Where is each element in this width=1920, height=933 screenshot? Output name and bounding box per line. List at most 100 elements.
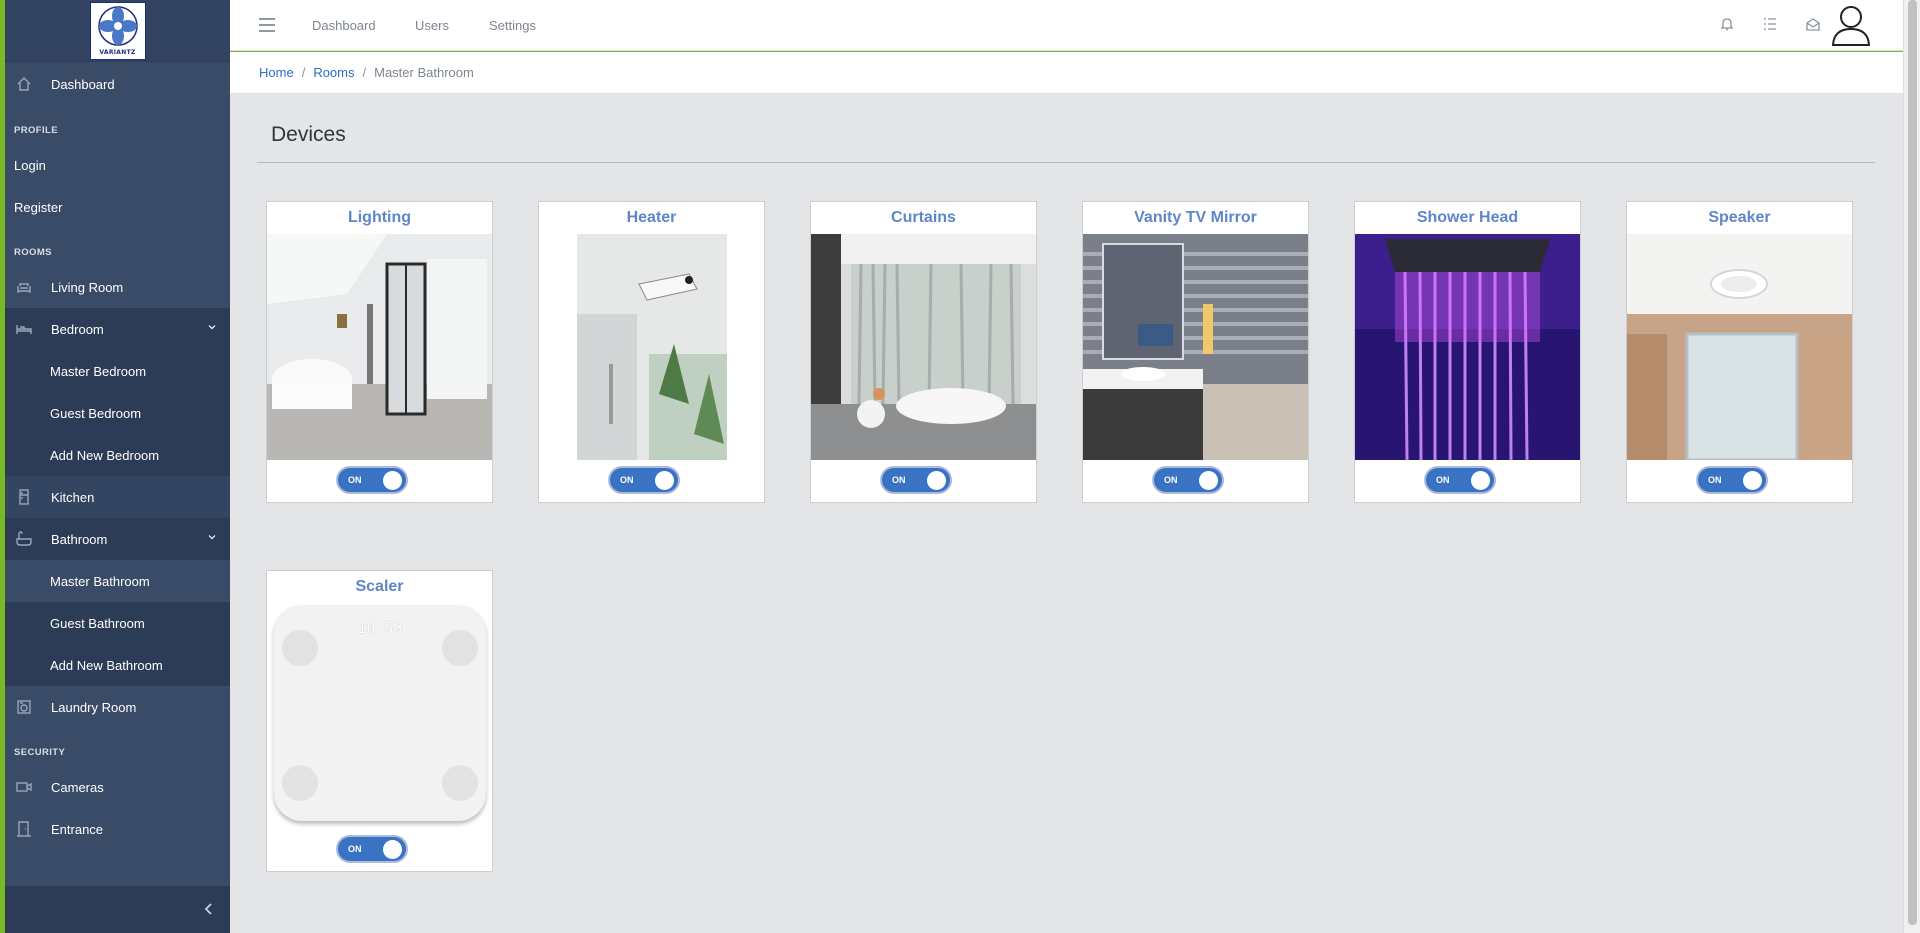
list-icon[interactable] <box>1762 16 1778 32</box>
breadcrumb-home[interactable]: Home <box>259 65 294 80</box>
sidebar-item-label: Login <box>14 157 46 173</box>
vertical-scrollbar[interactable] <box>1903 0 1920 933</box>
device-card-shower-head: Shower Head ON <box>1354 201 1581 503</box>
envelope-open-icon[interactable] <box>1805 16 1821 32</box>
sidebar-item-master-bedroom[interactable]: Master Bedroom <box>5 350 230 392</box>
header-link-dashboard[interactable]: Dashboard <box>312 18 376 33</box>
toggle-knob <box>1743 471 1762 490</box>
sidebar-item-label: Guest Bathroom <box>50 615 145 631</box>
device-card-vanity-tv-mirror: Vanity TV Mirror ON <box>1082 201 1309 503</box>
sofa-icon <box>15 278 33 296</box>
toggle-state: ON <box>348 475 362 485</box>
sidebar-item-dashboard[interactable]: Dashboard <box>5 62 230 106</box>
top-header: Dashboard Users Settings <box>230 0 1903 51</box>
sidebar-item-label: Cameras <box>51 779 104 795</box>
device-toggle-speaker[interactable]: ON <box>1696 466 1768 494</box>
sidebar-item-guest-bathroom[interactable]: Guest Bathroom <box>5 602 230 644</box>
sidebar-item-kitchen[interactable]: Kitchen <box>5 476 230 518</box>
device-name: Speaker <box>1708 209 1771 226</box>
breadcrumb: Home / Rooms / Master Bathroom <box>230 52 1903 94</box>
title-divider <box>257 162 1875 163</box>
sidebar-item-label: Living Room <box>51 279 124 295</box>
sidebar-item-label: Dashboard <box>51 76 115 92</box>
device-toggle-lighting[interactable]: ON <box>336 466 408 494</box>
chevron-left-icon[interactable] <box>202 902 216 916</box>
toggle-knob <box>655 471 674 490</box>
device-image-lighting <box>267 234 492 460</box>
device-image-shower-head <box>1355 234 1580 460</box>
bathtub-icon <box>15 530 33 548</box>
logo-text: VARIANTZ <box>99 49 136 56</box>
sidebar-item-living-room[interactable]: Living Room <box>5 266 230 308</box>
logo-area: VARIANTZ <box>5 0 230 62</box>
fridge-icon <box>15 488 33 506</box>
sidebar-item-bathroom[interactable]: Bathroom <box>5 518 230 560</box>
sidebar-item-label: Entrance <box>51 821 104 837</box>
toggle-knob <box>383 471 402 490</box>
device-card-speaker: Speaker ON <box>1626 201 1853 503</box>
sidebar-item-register[interactable]: Register <box>5 186 230 228</box>
sidebar-item-login[interactable]: Login <box>5 144 230 186</box>
scale-display: 10.53 <box>357 619 403 637</box>
toggle-state: ON <box>1708 475 1722 485</box>
sidebar-item-label: Guest Bedroom <box>50 405 142 421</box>
device-image-scaler: 10.53 <box>267 603 492 829</box>
toggle-state: ON <box>892 475 906 485</box>
device-name: Scaler <box>355 578 404 595</box>
header-link-settings[interactable]: Settings <box>489 18 536 33</box>
device-toggle-scaler[interactable]: ON <box>336 835 408 863</box>
device-image-speaker <box>1627 234 1852 460</box>
toggle-knob <box>1199 471 1218 490</box>
device-toggle-shower-head[interactable]: ON <box>1424 466 1496 494</box>
user-avatar-icon[interactable] <box>1830 3 1872 47</box>
sidebar-item-label: Register <box>14 199 63 215</box>
toggle-knob <box>383 840 402 859</box>
logo-flower-icon <box>97 6 138 46</box>
sidebar-item-guest-bedroom[interactable]: Guest Bedroom <box>5 392 230 434</box>
section-rooms: ROOMS <box>14 247 52 258</box>
page-title: Devices <box>271 123 346 146</box>
device-card-lighting: Lighting ON <box>266 201 493 503</box>
door-icon <box>15 820 33 838</box>
sidebar-item-add-bedroom[interactable]: Add New Bedroom <box>5 434 230 476</box>
sidebar-item-label: Bathroom <box>51 531 108 547</box>
sidebar-item-master-bathroom[interactable]: Master Bathroom <box>5 560 230 602</box>
camera-icon <box>15 778 33 796</box>
brand-logo[interactable]: VARIANTZ <box>89 1 146 60</box>
toggle-knob <box>1471 471 1490 490</box>
section-profile: PROFILE <box>14 125 58 136</box>
sidebar-item-label: Add New Bedroom <box>50 447 160 463</box>
breadcrumb-current: Master Bathroom <box>374 65 474 80</box>
sidebar-item-label: Laundry Room <box>51 699 137 715</box>
sidebar-item-label: Bedroom <box>51 321 104 337</box>
bell-icon[interactable] <box>1719 16 1735 32</box>
device-image-heater <box>539 234 764 460</box>
sidebar-footer <box>5 886 230 933</box>
chevron-down-icon <box>208 325 216 330</box>
sidebar-item-bedroom[interactable]: Bedroom <box>5 308 230 350</box>
sidebar-item-cameras[interactable]: Cameras <box>5 766 230 808</box>
device-toggle-curtains[interactable]: ON <box>880 466 952 494</box>
sidebar-item-label: Add New Bathroom <box>50 657 163 673</box>
breadcrumb-rooms[interactable]: Rooms <box>313 65 354 80</box>
sidebar-item-label: Master Bedroom <box>50 363 147 379</box>
device-name: Heater <box>626 209 677 226</box>
chevron-down-icon <box>208 535 216 540</box>
toggle-knob <box>927 471 946 490</box>
sidebar-item-entrance[interactable]: Entrance <box>5 808 230 850</box>
device-toggle-vanity-tv-mirror[interactable]: ON <box>1152 466 1224 494</box>
device-name: Shower Head <box>1416 209 1519 226</box>
toggle-state: ON <box>1436 475 1450 485</box>
breadcrumb-separator: / <box>362 65 367 80</box>
scrollbar-thumb[interactable] <box>1908 0 1917 925</box>
sidebar: VARIANTZ Dashboard PROFILE Login Registe… <box>5 0 230 933</box>
header-link-users[interactable]: Users <box>415 18 449 33</box>
toggle-state: ON <box>348 844 362 854</box>
sidebar-item-laundry[interactable]: Laundry Room <box>5 686 230 728</box>
hamburger-menu-icon[interactable] <box>259 18 275 32</box>
device-name: Vanity TV Mirror <box>1134 209 1257 226</box>
device-name: Lighting <box>347 209 412 226</box>
device-card-heater: Heater ON <box>538 201 765 503</box>
device-toggle-heater[interactable]: ON <box>608 466 680 494</box>
sidebar-item-add-bathroom[interactable]: Add New Bathroom <box>5 644 230 686</box>
